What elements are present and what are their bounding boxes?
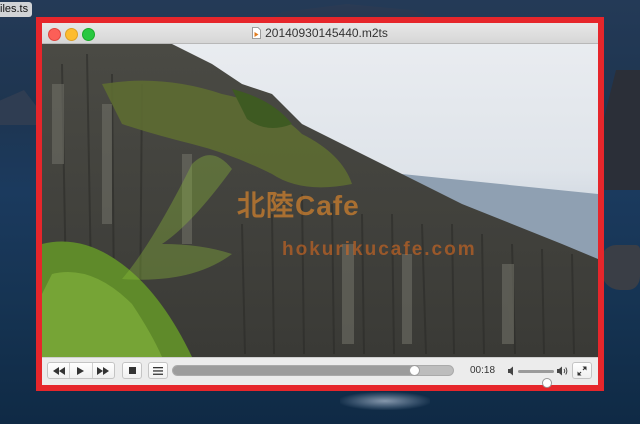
volume-high-icon[interactable] xyxy=(557,366,569,376)
transport-buttons xyxy=(47,362,115,379)
video-file-icon xyxy=(252,27,262,39)
seek-bar-fill xyxy=(173,366,414,375)
window-title-area: 20140930145440.m2ts xyxy=(42,26,598,40)
fullscreen-icon xyxy=(577,366,587,375)
window-title: 20140930145440.m2ts xyxy=(265,26,388,40)
stop-button[interactable] xyxy=(122,362,142,379)
volume-low-icon[interactable] xyxy=(508,366,516,376)
stop-icon xyxy=(128,367,136,374)
desktop-wave-foam xyxy=(340,392,430,410)
video-frame[interactable]: 北陸Cafe hokurikucafe.com xyxy=(42,44,598,357)
title-bar[interactable]: 20140930145440.m2ts xyxy=(42,23,598,44)
playback-controls: 00:18 xyxy=(42,357,598,388)
play-button[interactable] xyxy=(69,363,91,378)
volume-slider-knob[interactable] xyxy=(541,378,552,388)
watermark-url-text: hokurikucafe.com xyxy=(282,239,477,260)
fast-forward-icon xyxy=(97,366,110,375)
elapsed-time: 00:18 xyxy=(470,365,496,376)
fast-forward-button[interactable] xyxy=(91,363,114,378)
fullscreen-button[interactable] xyxy=(572,362,592,379)
watermark-logo-text: 北陸Cafe xyxy=(237,190,360,221)
desktop-cliff xyxy=(600,70,640,190)
rewind-button[interactable] xyxy=(48,363,69,378)
desktop-island xyxy=(0,90,40,125)
rewind-icon xyxy=(52,366,65,375)
desktop-rock xyxy=(600,245,640,290)
play-icon xyxy=(77,366,85,375)
player-window: 20140930145440.m2ts 北陸Cafe hokurikucafe.… xyxy=(36,17,604,391)
desktop-file-label[interactable]: iles.ts xyxy=(0,2,33,17)
seek-bar[interactable] xyxy=(172,365,454,376)
playlist-icon xyxy=(153,366,163,375)
seek-bar-knob[interactable] xyxy=(408,365,420,376)
volume-slider[interactable] xyxy=(518,370,554,388)
playlist-button[interactable] xyxy=(148,362,168,379)
